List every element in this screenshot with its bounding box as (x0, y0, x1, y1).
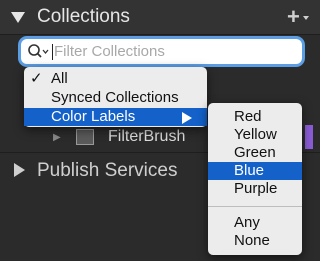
collapse-triangle-icon[interactable] (11, 12, 25, 23)
add-collection-icon[interactable]: + (287, 6, 300, 28)
menu-item-label: Synced Collections (51, 89, 179, 106)
expand-arrow-icon[interactable]: ▶ (53, 132, 61, 143)
menu-item-label: Purple (234, 180, 278, 197)
panel-title: Collections (37, 6, 130, 27)
menu-item-label: Green (234, 144, 276, 161)
menu-item-label: Blue (234, 162, 265, 179)
menu-item-synced-collections[interactable]: Synced Collections (24, 89, 207, 107)
collection-icon (76, 129, 94, 145)
text-cursor (52, 44, 53, 60)
filter-search-box[interactable] (21, 39, 302, 64)
color-labels-submenu: Red Yellow Green Blue Purple Any None (208, 103, 302, 255)
menu-item-color-labels[interactable]: Color Labels (24, 108, 207, 126)
filter-collections-input[interactable] (54, 41, 294, 62)
collections-panel-header[interactable]: Collections + (0, 0, 320, 35)
color-item-yellow[interactable]: Yellow (208, 126, 302, 144)
menu-item-label: All (51, 70, 68, 87)
menu-item-label: Any (234, 214, 260, 231)
menu-item-label: Red (234, 108, 262, 125)
menu-item-label: None (234, 232, 270, 249)
color-item-green[interactable]: Green (208, 144, 302, 162)
collection-label: FilterBrush (108, 128, 186, 145)
menu-item-label: Yellow (234, 126, 277, 143)
expand-triangle-icon[interactable] (14, 163, 25, 177)
checkmark-icon: ✓ (30, 70, 43, 87)
color-item-red[interactable]: Red (208, 108, 302, 126)
color-item-none[interactable]: None (208, 232, 302, 250)
add-menu-caret-icon[interactable] (303, 16, 309, 20)
publish-services-title: Publish Services (37, 160, 178, 181)
color-item-any[interactable]: Any (208, 214, 302, 232)
color-item-purple[interactable]: Purple (208, 180, 302, 198)
menu-item-label: Color Labels (51, 108, 136, 125)
menu-item-all[interactable]: ✓ All (24, 70, 207, 88)
menu-separator (208, 206, 302, 207)
color-item-blue[interactable]: Blue (208, 162, 302, 180)
filter-menu: ✓ All Synced Collections Color Labels (24, 67, 207, 127)
purple-color-label (305, 125, 313, 149)
search-icon[interactable] (27, 43, 51, 65)
submenu-arrow-icon (182, 112, 192, 124)
